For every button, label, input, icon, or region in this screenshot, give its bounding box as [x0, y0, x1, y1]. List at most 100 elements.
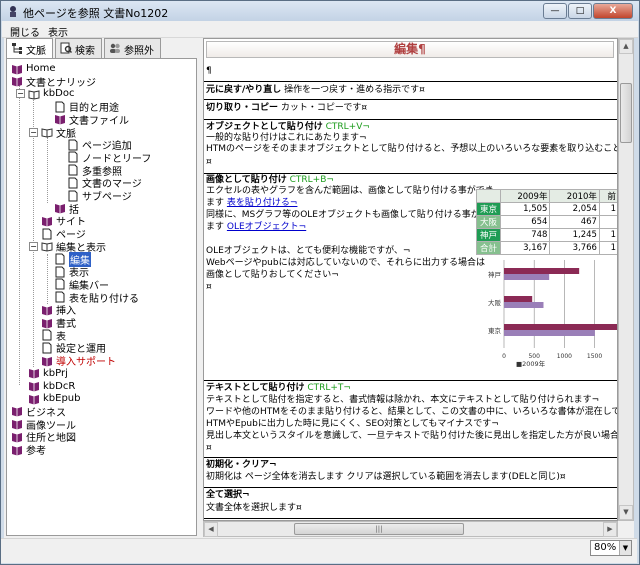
page-icon: [68, 164, 78, 176]
section-line: ワードや他のHTMをそのまま貼り付けると、結果として、この文書の中に、いろいろな…: [206, 407, 617, 417]
outline-tree-pane[interactable]: Home 文書とナリッジ kbDoc − 目的と用途 文書ファイル 文脈 − ページ追加 ノードと…: [6, 58, 197, 536]
maximize-button[interactable]: □: [568, 3, 592, 19]
page-icon: [68, 151, 78, 163]
section-title: 切り取り・コピー: [206, 103, 279, 113]
menu-close[interactable]: 開じる: [10, 24, 40, 39]
tab-references[interactable]: 参照外: [104, 38, 161, 58]
section-line: 画像として貼りおしてください¬: [206, 270, 339, 280]
shortcut-label: CTRL+T¬: [307, 383, 351, 393]
page-icon: [55, 291, 65, 303]
legend-label: ■2009年: [516, 359, 546, 368]
table-cell: 合計: [476, 241, 501, 255]
section-line: ¤: [206, 443, 212, 453]
minimize-button[interactable]: —: [543, 3, 567, 19]
scroll-down-icon[interactable]: ▼: [619, 505, 633, 520]
table-cell: 1,245: [549, 228, 600, 242]
tab-search[interactable]: 検索: [55, 38, 102, 58]
document-view[interactable]: 編集¶ ¶ 元に戻す/やり直し 操作を一つ戻す・進める指示です¤ 切り取り・コピ…: [203, 38, 618, 521]
section-line: 一般的な貼り付けはこれにあたります¬: [206, 133, 367, 143]
app-icon: [10, 6, 16, 17]
section-line: ます: [206, 222, 225, 232]
page-icon: [55, 266, 65, 278]
table-row: 神戸 748 1,245 1: [476, 228, 617, 242]
vertical-scrollbar[interactable]: ▲ ▼: [618, 38, 634, 521]
table-cell: 大阪: [476, 215, 501, 229]
close-button[interactable]: X: [593, 3, 633, 19]
tree-node[interactable]: 導入サポート: [41, 354, 116, 368]
page-icon: [42, 329, 52, 341]
tree-icon: [12, 43, 22, 54]
section-undo: 元に戻す/やり直し 操作を一つ戻す・進める指示です¤: [204, 81, 617, 99]
link-ole-object[interactable]: OLEオブジェクト¬: [227, 222, 306, 232]
page-icon: [68, 190, 78, 201]
section-line: ¤: [206, 282, 212, 292]
tree-node[interactable]: kbDcR: [28, 380, 75, 393]
collapse-icon[interactable]: −: [29, 241, 38, 251]
page-icon: [55, 253, 65, 265]
section-title: テキストとして貼り付け: [206, 383, 305, 393]
book-icon: [42, 318, 52, 328]
table-cell: 2,054: [549, 202, 600, 216]
tree-node[interactable]: 参考: [11, 443, 46, 457]
table-header-row: 2009年 2010年前: [476, 189, 617, 203]
tab-context[interactable]: 文脈: [6, 38, 53, 59]
tree-node[interactable]: 文書とナリッジ: [11, 75, 96, 89]
open-book-icon: [41, 242, 53, 252]
tree-connector: [47, 254, 48, 304]
table-cell: 神戸: [476, 228, 501, 242]
tree-node-label: サブページ: [82, 192, 132, 203]
tree-node[interactable]: kbDoc: [28, 87, 74, 100]
section-paste-object: オブジェクトとして貼り付け CTRL+V¬ 一般的な貼り付けはこれにあたります¬…: [204, 119, 617, 174]
bar: [504, 330, 595, 336]
hscroll-thumb[interactable]: |||: [294, 523, 464, 535]
link-paste-table[interactable]: 表を貼り付ける¬: [227, 198, 298, 208]
scroll-right-icon[interactable]: ▶: [603, 522, 617, 537]
menu-view[interactable]: 表示: [48, 24, 68, 39]
title-bar[interactable]: 他ページを参照 文書No1202 — □ X: [1, 1, 639, 21]
table-header-cell: [476, 189, 501, 203]
page-icon: [42, 342, 52, 354]
bar: [504, 268, 580, 274]
section-line: OLEオブジェクトは、とても便利な機能ですが、¬: [206, 246, 411, 256]
y-category-label: 大阪: [488, 298, 502, 307]
tree-node-label: 表を貼り付ける: [69, 293, 139, 305]
table-cell: 1: [598, 241, 617, 255]
tree-node[interactable]: kbPrj: [28, 367, 68, 380]
zoom-select[interactable]: 80% ▼: [590, 540, 632, 556]
tree-node-label: 文書ファイル: [69, 115, 129, 127]
horizontal-scrollbar[interactable]: ◀ ||| ▶: [203, 521, 618, 537]
page-icon: [42, 228, 52, 240]
page-icon: [55, 278, 65, 290]
tab-references-label: 参照外: [124, 46, 154, 57]
left-tabs: 文脈 検索 参照外: [6, 38, 163, 59]
page-icon: [55, 101, 65, 113]
tree-node[interactable]: 文脈: [41, 126, 76, 140]
page-icon: [68, 139, 78, 151]
section-line: Webページやpubには対応していないので、それらに出力する場合は: [206, 258, 485, 268]
people-icon: [110, 43, 120, 53]
tree-connector: [33, 97, 34, 367]
table-cell: 3,167: [499, 241, 551, 255]
scroll-left-icon[interactable]: ◀: [204, 522, 218, 537]
section-clear: 初期化・クリア¬ 初期化は ページ全体を消去します クリアは選択している範囲を消…: [204, 457, 617, 487]
table-cell: 654: [499, 215, 551, 229]
section-line: ます: [206, 198, 225, 208]
table-cell: 748: [499, 228, 551, 242]
shortcut-label: CTRL+V¬: [325, 122, 370, 132]
section-title: オブジェクトとして貼り付け: [206, 122, 323, 132]
section-line: 初期化は ページ全体を消去します クリアは選択している範囲を消去します(DELと…: [206, 472, 566, 482]
section-select-all: 全て選択¬ 文書全体を選択します¤: [204, 487, 617, 520]
scroll-up-icon[interactable]: ▲: [619, 39, 633, 54]
zoom-value: 80%: [594, 542, 617, 553]
collapse-icon[interactable]: −: [29, 127, 38, 137]
scroll-thumb[interactable]: [620, 83, 632, 143]
table-cell: [598, 215, 617, 229]
section-line: 同様に、MSグラフ等のOLEオブジェクトも画像して貼り付ける事ができ: [206, 210, 498, 220]
collapse-icon[interactable]: −: [16, 89, 25, 99]
table-header-cell: 2010年: [549, 189, 600, 203]
x-tick-label: 1500: [587, 353, 602, 360]
section-paste-image: 画像として貼り付け CTRL+B¬ エクセルの表やグラフを含んだ範囲は、画像とし…: [204, 173, 617, 381]
y-category-label: 神戸: [488, 270, 502, 279]
chevron-down-icon[interactable]: ▼: [619, 541, 631, 555]
tree-node-label: kbDoc: [43, 88, 75, 100]
